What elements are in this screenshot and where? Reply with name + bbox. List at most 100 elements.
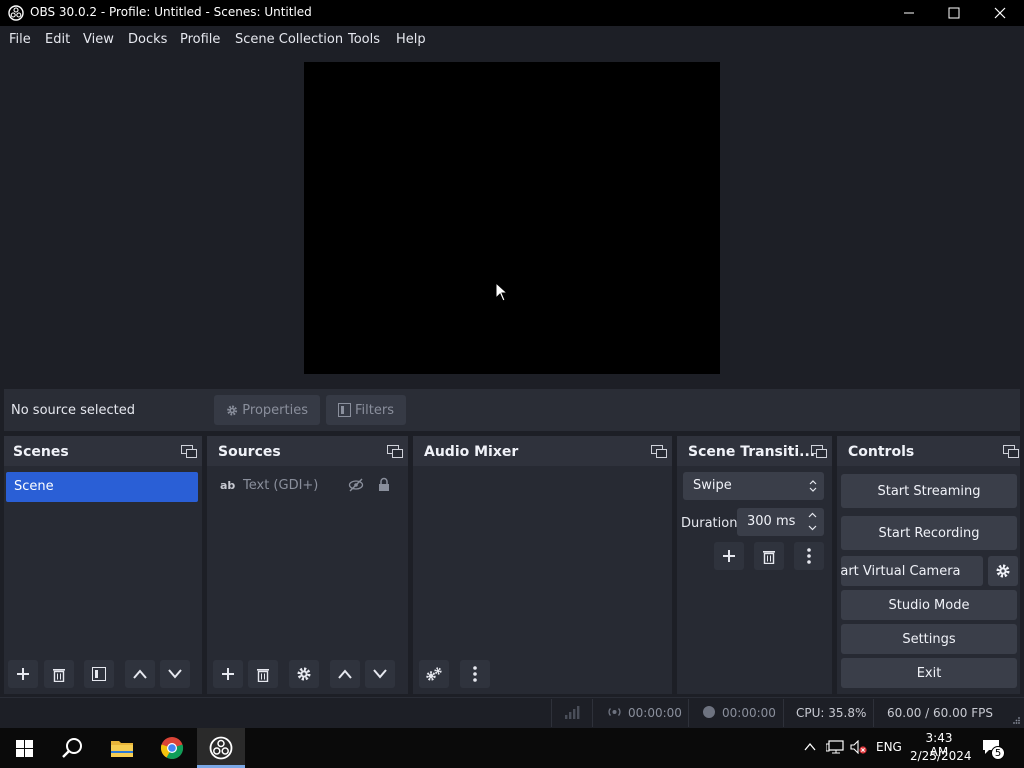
preview-canvas[interactable] <box>304 62 720 374</box>
hidden-eye-icon[interactable] <box>348 478 364 492</box>
clock-date[interactable]: 2/25/2024 <box>910 749 972 763</box>
trash-icon <box>257 668 269 682</box>
menu-tools[interactable]: Tools <box>348 32 380 47</box>
add-source-button[interactable] <box>213 660 243 688</box>
chevron-up-icon[interactable] <box>804 742 816 751</box>
undock-icon[interactable] <box>651 445 667 458</box>
transition-select[interactable]: Swipe <box>683 472 824 500</box>
chrome-icon <box>160 737 184 760</box>
spin-arrows-icon[interactable] <box>808 511 817 533</box>
transition-select-value: Swipe <box>693 478 732 493</box>
maximize-button[interactable] <box>931 0 977 26</box>
advanced-audio-properties-button[interactable] <box>419 660 449 688</box>
fps-readout: 60.00 / 60.00 FPS <box>887 706 993 720</box>
plus-icon <box>17 668 29 680</box>
chrome-button[interactable] <box>148 728 196 768</box>
start-virtual-camera-label: Start Virtual Camera <box>841 563 961 579</box>
status-divider <box>783 699 784 727</box>
transitions-title: Scene Transiti... <box>688 444 816 460</box>
chevron-down-icon <box>373 669 387 679</box>
window-title: OBS 30.0.2 - Profile: Untitled - Scenes:… <box>30 5 312 19</box>
start-virtual-camera-button[interactable]: Start Virtual Camera <box>841 556 983 586</box>
audio-mixer-menu-button[interactable] <box>460 660 490 688</box>
source-item-label: Text (GDI+) <box>243 478 319 493</box>
obs-taskbar-button[interactable] <box>197 728 245 768</box>
menu-scene-collection[interactable]: Scene Collection <box>235 32 343 47</box>
audio-mixer-dock: Audio Mixer <box>413 436 672 694</box>
sources-dock: Sources ab Text (GDI+) <box>207 436 408 694</box>
volume-muted-icon[interactable] <box>850 740 868 754</box>
scenes-title: Scenes <box>13 444 69 460</box>
controls-title: Controls <box>848 444 915 460</box>
status-divider <box>688 699 689 727</box>
menu-bar: File Edit View Docks Profile Scene Colle… <box>0 26 1024 53</box>
start-streaming-button[interactable]: Start Streaming <box>841 474 1017 508</box>
gear-icon <box>227 405 238 415</box>
status-divider <box>873 699 874 727</box>
source-item[interactable]: ab Text (GDI+) <box>209 474 404 498</box>
source-properties-button[interactable] <box>289 660 319 688</box>
resize-grip-icon[interactable] <box>1012 716 1021 725</box>
chevron-down-icon <box>168 669 182 679</box>
no-source-label: No source selected <box>11 403 135 418</box>
notification-count-badge: 5 <box>991 746 1005 760</box>
menu-edit[interactable]: Edit <box>45 32 70 47</box>
minimize-button[interactable] <box>886 0 932 26</box>
start-button[interactable] <box>0 728 48 768</box>
filters-button[interactable]: Filters <box>326 395 406 425</box>
menu-docks[interactable]: Docks <box>128 32 167 47</box>
properties-label: Properties <box>242 402 308 418</box>
add-scene-button[interactable] <box>8 660 38 688</box>
gears-icon <box>426 667 442 681</box>
move-scene-down-button[interactable] <box>160 660 190 688</box>
recording-icon <box>703 706 715 718</box>
status-bar <box>0 697 1024 728</box>
search-button[interactable] <box>48 728 96 768</box>
plus-icon <box>723 550 735 562</box>
settings-button[interactable]: Settings <box>841 624 1017 654</box>
properties-button[interactable]: Properties <box>214 395 320 425</box>
remove-transition-button[interactable] <box>754 542 784 570</box>
move-scene-up-button[interactable] <box>125 660 155 688</box>
menu-profile[interactable]: Profile <box>180 32 220 47</box>
move-source-up-button[interactable] <box>330 660 360 688</box>
transition-menu-button[interactable] <box>794 542 824 570</box>
folder-icon <box>111 741 133 757</box>
scene-item-selected[interactable]: Scene <box>6 472 198 502</box>
start-recording-button[interactable]: Start Recording <box>841 516 1017 550</box>
scene-filters-button[interactable] <box>84 660 114 688</box>
lock-icon[interactable] <box>378 477 390 492</box>
duration-label: Duration <box>681 516 738 531</box>
stream-timer: 00:00:00 <box>628 706 682 720</box>
filter-icon <box>338 403 351 417</box>
remove-source-button[interactable] <box>248 660 278 688</box>
close-button[interactable] <box>977 0 1023 26</box>
plus-icon <box>222 668 234 680</box>
file-explorer-button[interactable] <box>98 728 146 768</box>
duration-spinbox[interactable]: 300 ms <box>737 508 824 536</box>
vertical-dots-icon <box>473 666 477 682</box>
undock-icon[interactable] <box>181 445 197 458</box>
move-source-down-button[interactable] <box>365 660 395 688</box>
record-timer: 00:00:00 <box>722 706 776 720</box>
gear-icon <box>297 667 311 681</box>
virtual-camera-settings-button[interactable] <box>988 556 1018 586</box>
notifications-button[interactable]: 5 <box>980 736 1006 760</box>
menu-file[interactable]: File <box>9 32 31 47</box>
input-language[interactable]: ENG <box>876 740 902 754</box>
scene-item-label: Scene <box>14 479 54 494</box>
minimize-icon <box>904 12 914 14</box>
add-transition-button[interactable] <box>714 542 744 570</box>
network-icon[interactable] <box>826 740 844 754</box>
remove-scene-button[interactable] <box>44 660 74 688</box>
menu-view[interactable]: View <box>83 32 114 47</box>
obs-logo-icon <box>209 736 233 760</box>
exit-button[interactable]: Exit <box>841 658 1017 688</box>
trash-icon <box>763 550 775 564</box>
studio-mode-button[interactable]: Studio Mode <box>841 590 1017 620</box>
updown-chevron-icon <box>809 480 817 492</box>
undock-icon[interactable] <box>387 445 403 458</box>
menu-help[interactable]: Help <box>396 32 426 47</box>
undock-icon[interactable] <box>1003 445 1019 458</box>
undock-icon[interactable] <box>811 445 827 458</box>
